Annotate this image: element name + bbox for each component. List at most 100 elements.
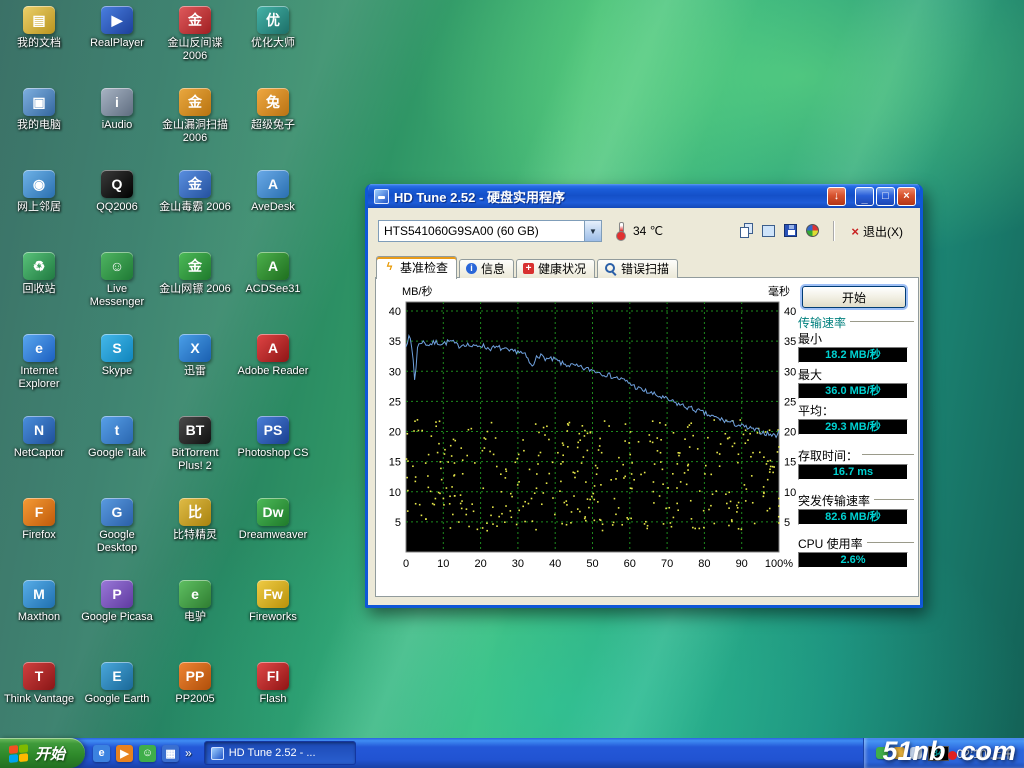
launch-media-player-icon[interactable]: ▶ — [116, 745, 133, 762]
desktop-icon-label: Flash — [236, 693, 310, 706]
desktop-icon[interactable]: FlFlash — [236, 662, 310, 706]
desktop-icon[interactable]: GGoogle Desktop — [80, 498, 154, 555]
desktop-icon-label: iAudio — [80, 119, 154, 132]
desktop-icon-label: Google Earth — [80, 693, 154, 706]
start-button[interactable]: 开始 — [0, 738, 85, 768]
desktop-icon[interactable]: 金金山漏洞扫描 2006 — [158, 88, 232, 145]
desktop-icon[interactable]: NNetCaptor — [2, 416, 76, 460]
toolbar-separator — [833, 221, 834, 241]
desktop-icon[interactable]: e电驴 — [158, 580, 232, 624]
toolbar-buttons — [735, 219, 823, 244]
desktop-icon-label: QQ2006 — [80, 201, 154, 214]
desktop-icon-label: Adobe Reader — [236, 365, 310, 378]
close-button[interactable]: × — [897, 187, 916, 206]
desktop-icon-label: Google Talk — [80, 447, 154, 460]
google-desktop-icon: G — [101, 498, 133, 526]
launch-messenger-icon[interactable]: ☺ — [139, 745, 156, 762]
desktop-icon[interactable]: FFirefox — [2, 498, 76, 542]
desktop-icon-label: 我的文档 — [2, 37, 76, 50]
thinkvantage-icon: T — [23, 662, 55, 690]
save-icon[interactable] — [779, 219, 801, 241]
benchmark-tab-panel: MB/秒 毫秒 40403535303025252020151510105501… — [375, 277, 919, 597]
capture-icon[interactable] — [757, 219, 779, 241]
desktop-icon[interactable]: eInternet Explorer — [2, 334, 76, 391]
section-rule — [862, 454, 914, 456]
tab-error-scan[interactable]: 错误扫描 — [597, 259, 678, 278]
taskbar-task-hd-tune[interactable]: HD Tune 2.52 - ... — [204, 741, 356, 765]
network-places-icon: ◉ — [23, 170, 55, 198]
desktop-icon-label: 超级兔子 — [236, 119, 310, 132]
desktop-icon[interactable]: AAveDesk — [236, 170, 310, 214]
kingsoft-antispy-icon: 金 — [179, 6, 211, 34]
desktop-icon-label: 金山网镖 2006 — [158, 283, 232, 296]
start-benchmark-button[interactable]: 开始 — [802, 286, 906, 308]
info-icon — [466, 263, 477, 274]
desktop-icon[interactable]: QQQ2006 — [80, 170, 154, 214]
benchmark-chart: 4040353530302525202015151010550102030405… — [378, 296, 812, 576]
tab-benchmark[interactable]: 基准检查 — [376, 256, 457, 279]
desktop-icon[interactable]: AAdobe Reader — [236, 334, 310, 378]
desktop-icon[interactable]: PSPhotoshop CS — [236, 416, 310, 460]
options-icon[interactable] — [801, 219, 823, 241]
stat-value: 29.3 MB/秒 — [798, 419, 908, 435]
desktop-icon[interactable]: 金金山网镖 2006 — [158, 252, 232, 296]
tab-label: 健康状况 — [538, 260, 586, 277]
tab-info[interactable]: 信息 — [459, 259, 514, 278]
section-rule — [874, 499, 914, 501]
realplayer-icon: ▶ — [101, 6, 133, 34]
exit-button[interactable]: × 退出(X) — [844, 220, 910, 243]
maximize-button[interactable]: □ — [876, 187, 895, 206]
taskbar-task-label: HD Tune 2.52 - ... — [229, 747, 316, 759]
desktop-icon[interactable]: BTBitTorrent Plus! 2 — [158, 416, 232, 473]
desktop-icon[interactable]: DwDreamweaver — [236, 498, 310, 542]
desktop-icon[interactable]: FwFireworks — [236, 580, 310, 624]
desktop-icon-label: 网上邻居 — [2, 201, 76, 214]
desktop-icon-label: 迅雷 — [158, 365, 232, 378]
desktop-icon[interactable]: 金金山反间谍 2006 — [158, 6, 232, 63]
desktop-icon[interactable]: ♻回收站 — [2, 252, 76, 296]
optimizer-icon: 优 — [257, 6, 289, 34]
launch-show-desktop-icon[interactable]: ▦ — [162, 745, 179, 762]
quick-launch-more-button[interactable]: » — [185, 746, 192, 760]
hd-tune-app-icon — [374, 189, 389, 204]
desktop-icon[interactable]: ▶RealPlayer — [80, 6, 154, 50]
windows-logo-icon — [9, 744, 29, 763]
desktop-icon[interactable]: ▤我的文档 — [2, 6, 76, 50]
desktop-icon[interactable]: 比比特精灵 — [158, 498, 232, 542]
desktop-icon[interactable]: PPPP2005 — [158, 662, 232, 706]
desktop-icon[interactable]: MMaxthon — [2, 580, 76, 624]
google-talk-icon: t — [101, 416, 133, 444]
desktop-icon[interactable]: SSkype — [80, 334, 154, 378]
desktop-icon[interactable]: AACDSee31 — [236, 252, 310, 296]
temperature-value: 34 ℃ — [633, 224, 663, 238]
desktop: ▤我的文档 ▣我的电脑 ◉ 网上邻居 ♻回收站 eInternet Explorer NNe… — [0, 0, 1024, 768]
desktop-icon[interactable]: ◉ 网上邻居 — [2, 170, 76, 214]
minimize-to-tray-button[interactable]: ↓ — [827, 187, 846, 206]
window-titlebar[interactable]: HD Tune 2.52 - 硬盘实用程序 ↓_□× — [368, 184, 920, 208]
launch-internet-explorer-icon[interactable]: e — [93, 745, 110, 762]
desktop-icon[interactable]: 优优化大师 — [236, 6, 310, 50]
desktop-icon[interactable]: EGoogle Earth — [80, 662, 154, 706]
minimize-button-glyph: _ — [861, 194, 867, 205]
desktop-icon[interactable]: PGoogle Picasa — [80, 580, 154, 624]
window-controls: ↓ _ □× — [825, 187, 916, 206]
svg-text:35: 35 — [784, 336, 796, 348]
desktop-icon-label: Skype — [80, 365, 154, 378]
drive-select[interactable]: HTS541060G9SA00 (60 GB) ▼ — [378, 220, 602, 242]
tab-health[interactable]: 健康状况 — [516, 259, 595, 278]
section-rule — [850, 321, 914, 323]
desktop-icon-label: 比特精灵 — [158, 529, 232, 542]
desktop-icon[interactable]: iiAudio — [80, 88, 154, 132]
desktop-icon[interactable]: ☺Live Messenger — [80, 252, 154, 309]
desktop-icon[interactable]: TThink Vantage — [2, 662, 76, 706]
copy-icon[interactable] — [735, 219, 757, 241]
stat-section-header: 突发传输速率 — [798, 492, 914, 508]
minimize-button[interactable]: _ — [855, 187, 874, 206]
desktop-icon[interactable]: t Google Talk — [80, 416, 154, 460]
stat-label: 平均： — [798, 402, 914, 418]
desktop-icon[interactable]: ▣我的电脑 — [2, 88, 76, 132]
desktop-icon[interactable]: 金金山毒霸 2006 — [158, 170, 232, 214]
chevron-down-icon[interactable]: ▼ — [584, 221, 601, 241]
desktop-icon[interactable]: 兔超级兔子 — [236, 88, 310, 132]
desktop-icon[interactable]: X迅雷 — [158, 334, 232, 378]
